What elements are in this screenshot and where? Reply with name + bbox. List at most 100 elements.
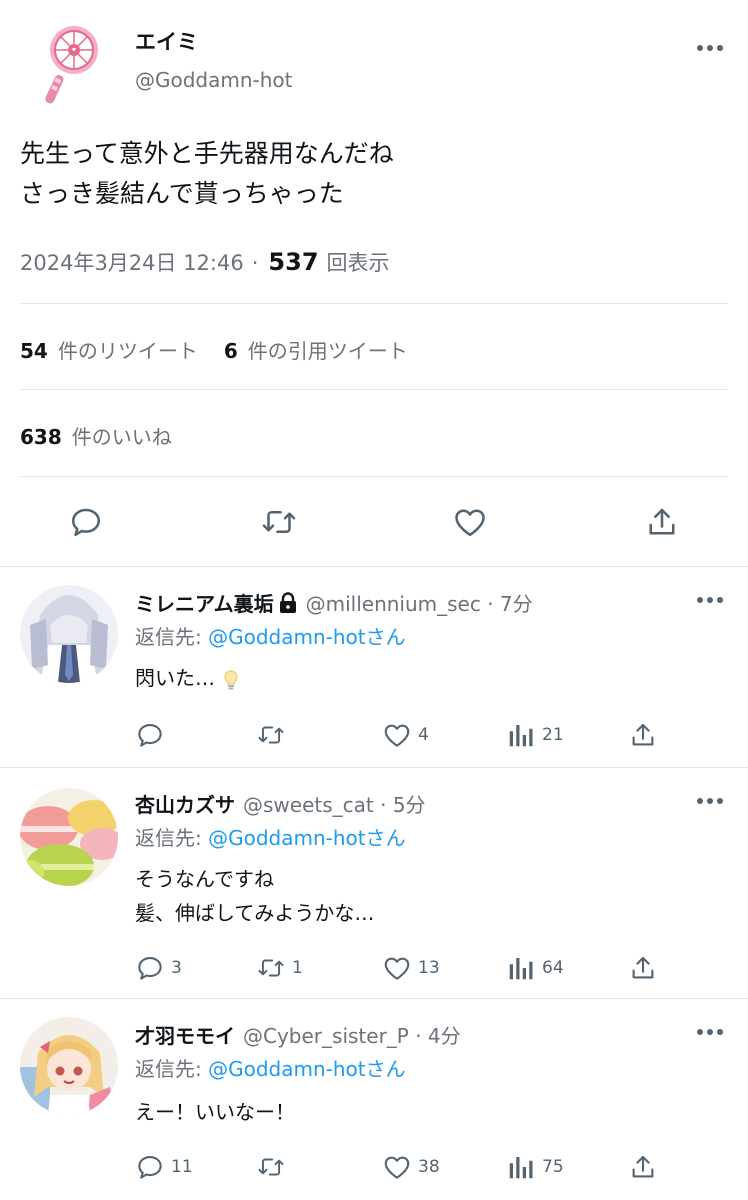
reply-header: 杏山カズサ @sweets_cat · 5分 xyxy=(135,789,426,818)
retweet-button[interactable] xyxy=(256,719,292,751)
tweet-meta: 2024年3月24日 12:46 · 537 回表示 xyxy=(20,247,390,277)
view-count: 75 xyxy=(542,1157,564,1177)
tweet-text-line: 先生って意外と手先器用なんだね xyxy=(20,139,394,168)
retweet-icon xyxy=(258,726,284,744)
views-chart-icon xyxy=(509,958,533,980)
reply-author-name[interactable]: 杏山カズサ xyxy=(135,789,235,818)
reply-text-line: えー！いいなー！ xyxy=(135,1100,295,1124)
share-icon xyxy=(632,1155,654,1178)
more-options-icon[interactable] xyxy=(693,1022,727,1042)
reply-handle-time[interactable]: @sweets_cat · 5分 xyxy=(243,789,426,818)
reply-button[interactable]: 3 xyxy=(135,952,182,984)
share-button[interactable] xyxy=(628,719,658,751)
reply-text-line: そうなんですね xyxy=(135,867,274,891)
avatar[interactable] xyxy=(20,585,118,683)
lock-icon xyxy=(278,591,298,614)
like-icon xyxy=(384,957,410,980)
avatar[interactable] xyxy=(20,1017,118,1115)
more-options-icon[interactable] xyxy=(693,38,727,58)
like-icon xyxy=(384,1156,410,1179)
engagement-stats: 54 件のリツイート 6 件の引用ツイート xyxy=(20,335,408,364)
reply-to-label: 返信先: xyxy=(135,625,209,649)
like-button[interactable]: 4 xyxy=(382,719,429,751)
avatar[interactable] xyxy=(20,788,118,886)
more-options-icon[interactable] xyxy=(693,791,727,811)
reply-to-handle[interactable]: @Goddamn-hotさん xyxy=(208,625,406,649)
divider xyxy=(0,767,748,768)
author-handle[interactable]: @Goddamn-hot xyxy=(135,68,293,92)
more-options-icon[interactable] xyxy=(693,590,727,610)
reply-handle-time[interactable]: @Cyber_sister_P · 4分 xyxy=(243,1020,461,1049)
retweet-button[interactable]: 1 xyxy=(256,952,303,984)
view-count-label: 回表示 xyxy=(326,251,390,275)
reply-count: 3 xyxy=(171,958,182,978)
reply-text: えー！いいなー！ xyxy=(135,1095,295,1129)
retweets-stat[interactable]: 54 件のリツイート xyxy=(20,335,198,364)
like-count: 638 xyxy=(20,425,62,449)
like-button[interactable]: 38 xyxy=(382,1151,440,1183)
reply-to: 返信先: @Goddamn-hotさん xyxy=(135,1053,406,1082)
share-button[interactable] xyxy=(628,952,658,984)
reply-text-line: 髪、伸ばしてみようかな… xyxy=(135,901,375,925)
divider xyxy=(20,389,728,390)
reply-text: 閃いた… xyxy=(135,661,239,695)
reply-header: ミレニアム裏垢 @millennium_sec · 7分 xyxy=(135,588,533,617)
anime-girl-avatar-image xyxy=(20,1017,118,1115)
reply-icon xyxy=(138,956,162,980)
reply-header: 才羽モモイ @Cyber_sister_P · 4分 xyxy=(135,1020,461,1049)
like-count: 38 xyxy=(418,1157,440,1177)
share-icon xyxy=(632,723,654,746)
reply-button[interactable]: 11 xyxy=(135,1151,193,1183)
like-icon[interactable] xyxy=(452,504,488,540)
views-chart-icon xyxy=(509,725,533,747)
retweet-count: 54 xyxy=(20,339,48,363)
retweet-label: 件のリツイート xyxy=(57,339,198,363)
reply-author-name[interactable]: ミレニアム裏垢 xyxy=(135,588,274,617)
reply-count: 11 xyxy=(171,1157,193,1177)
like-count: 13 xyxy=(418,958,440,978)
quotes-stat[interactable]: 6 件の引用ツイート xyxy=(224,335,408,364)
reply-text-line: 閃いた… xyxy=(135,666,215,690)
views-chart-icon xyxy=(509,1157,533,1179)
timestamp[interactable]: 2024年3月24日 12:46 xyxy=(20,247,244,277)
view-count: 21 xyxy=(542,725,564,745)
divider xyxy=(20,303,728,304)
reply-icon[interactable] xyxy=(68,504,104,540)
reply-text: そうなんですね 髪、伸ばしてみようかな… xyxy=(135,862,374,930)
like-button[interactable]: 13 xyxy=(382,952,440,984)
like-label: 件のいいね xyxy=(71,425,172,449)
like-icon xyxy=(384,724,410,747)
quote-label: 件の引用ツイート xyxy=(247,339,408,363)
views-button[interactable]: 75 xyxy=(506,1151,564,1183)
reply-to-handle[interactable]: @Goddamn-hotさん xyxy=(208,826,406,850)
likes-stat[interactable]: 638 件のいいね xyxy=(20,421,172,450)
uniform-avatar-image xyxy=(20,585,118,683)
divider xyxy=(0,998,748,999)
reply-to-label: 返信先: xyxy=(135,826,209,850)
retweet-button[interactable] xyxy=(256,1151,292,1183)
retweet-icon xyxy=(258,959,284,977)
reply-icon xyxy=(138,1155,162,1179)
share-icon xyxy=(632,956,654,979)
views-button[interactable]: 21 xyxy=(506,719,564,751)
divider xyxy=(20,476,728,477)
share-button[interactable] xyxy=(628,1151,658,1183)
divider xyxy=(0,566,748,567)
view-count: 537 xyxy=(268,248,319,276)
share-icon[interactable] xyxy=(644,504,680,540)
reply-to: 返信先: @Goddamn-hotさん xyxy=(135,621,406,650)
retweet-count: 1 xyxy=(292,958,303,978)
view-count: 64 xyxy=(542,958,564,978)
views-button[interactable]: 64 xyxy=(506,952,564,984)
reply-handle-time[interactable]: @millennium_sec · 7分 xyxy=(306,588,533,617)
avatar[interactable] xyxy=(20,12,116,108)
tweet-text: 先生って意外と手先器用なんだね さっき髪結んで貰っちゃった xyxy=(20,134,720,214)
tweet-text-line: さっき髪結んで貰っちゃった xyxy=(20,179,344,208)
reply-to-handle[interactable]: @Goddamn-hotさん xyxy=(208,1057,406,1081)
author-name[interactable]: エイミ xyxy=(135,26,198,56)
retweet-icon[interactable] xyxy=(259,504,296,540)
reply-author-name[interactable]: 才羽モモイ xyxy=(135,1020,235,1049)
reply-button[interactable] xyxy=(135,719,171,751)
like-count: 4 xyxy=(418,725,429,745)
quote-count: 6 xyxy=(223,339,238,363)
